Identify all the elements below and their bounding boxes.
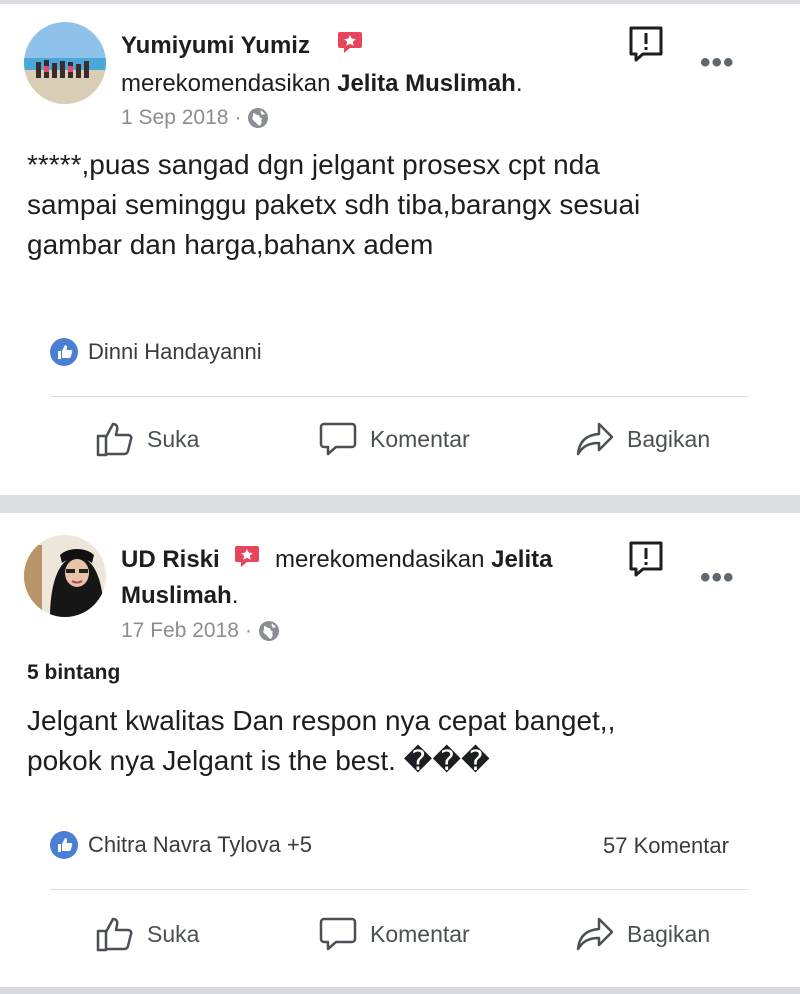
divider <box>50 396 748 397</box>
share-button[interactable]: Bagikan <box>575 420 710 458</box>
thumbs-up-icon <box>96 917 133 952</box>
bottom-edge <box>0 987 800 994</box>
review-post-2: UD Riski merekomendasikan Jelita Muslima… <box>0 513 800 987</box>
post-meta: 17 Feb 2018 · <box>121 619 280 643</box>
author-avatar[interactable] <box>24 535 106 617</box>
comment-count-link[interactable]: 57 Komentar <box>603 833 729 859</box>
thumbs-up-icon <box>96 422 133 457</box>
more-options-icon[interactable]: ••• <box>700 48 735 78</box>
like-button[interactable]: Suka <box>95 915 199 953</box>
report-icon[interactable] <box>626 24 666 64</box>
author-name[interactable]: UD Riski <box>121 546 220 574</box>
globe-icon <box>248 108 269 128</box>
share-label: Bagikan <box>627 920 711 947</box>
rating-label: 5 bintang <box>27 661 121 684</box>
review-post-1: Yumiyumi Yumiz merekomendasikan Jelita M… <box>0 0 800 495</box>
page-name-link[interactable]: Jelita Muslimah <box>337 70 516 97</box>
author-name[interactable]: Yumiyumi Yumiz <box>121 32 310 60</box>
like-reaction-icon <box>50 338 78 366</box>
post-body: Jelgant kwalitas Dan respon nya cepat ba… <box>27 701 615 781</box>
body-line: pokok nya Jelgant is the best. ��� <box>27 745 490 776</box>
more-options-icon[interactable]: ••• <box>700 563 735 593</box>
body-line: *****,puas sangad dgn jelgant prosesx cp… <box>27 149 600 180</box>
author-avatar[interactable] <box>24 22 106 104</box>
comment-icon <box>319 422 357 456</box>
share-label: Bagikan <box>627 425 711 452</box>
page-name-link-continued[interactable]: Muslimah <box>121 582 232 609</box>
like-reaction-icon <box>50 831 78 859</box>
meta-separator: · <box>244 619 252 642</box>
comment-button[interactable]: Komentar <box>318 915 470 953</box>
like-label: Suka <box>147 425 200 452</box>
share-button[interactable]: Bagikan <box>575 915 710 953</box>
period: . <box>231 582 239 609</box>
reactions-summary[interactable]: Chitra Navra Tylova +5 <box>50 831 312 859</box>
comment-icon <box>319 917 357 951</box>
report-icon[interactable] <box>626 539 666 579</box>
recommendation-line: merekomendasikan Jelita <box>275 546 552 574</box>
recommendation-line-continued: Muslimah. <box>121 582 238 610</box>
body-line: Jelgant kwalitas Dan respon nya cepat ba… <box>27 705 616 736</box>
period: . <box>515 70 523 97</box>
recommendation-badge-icon <box>337 30 363 54</box>
post-date[interactable]: 1 Sep 2018 <box>121 106 228 130</box>
reactions-summary[interactable]: Dinni Handayanni <box>50 338 262 366</box>
recommends-text: merekomendasikan <box>121 70 331 97</box>
like-label: Suka <box>147 920 200 947</box>
reactor-names: Chitra Navra Tylova +5 <box>88 832 312 857</box>
body-line: sampai seminggu paketx sdh tiba,barangx … <box>27 189 641 220</box>
page-name-link[interactable]: Jelita <box>491 546 552 573</box>
body-line: gambar dan harga,bahanx adem <box>27 229 434 260</box>
comment-label: Komentar <box>370 425 470 452</box>
comment-button[interactable]: Komentar <box>318 420 470 458</box>
meta-separator: · <box>234 106 242 129</box>
divider <box>50 889 748 890</box>
post-separator <box>0 495 800 513</box>
reactor-names: Dinni Handayanni <box>88 339 262 364</box>
comment-label: Komentar <box>370 920 470 947</box>
share-icon <box>576 917 614 951</box>
post-date[interactable]: 17 Feb 2018 <box>121 619 239 643</box>
recommendation-badge-icon <box>234 544 260 568</box>
like-button[interactable]: Suka <box>95 420 199 458</box>
post-meta: 1 Sep 2018 · <box>121 106 269 130</box>
post-body: *****,puas sangad dgn jelgant prosesx cp… <box>27 145 640 265</box>
globe-icon <box>258 621 279 641</box>
recommends-text: merekomendasikan <box>275 546 485 573</box>
recommendation-line: merekomendasikan Jelita Muslimah. <box>121 70 523 98</box>
share-icon <box>576 422 614 456</box>
